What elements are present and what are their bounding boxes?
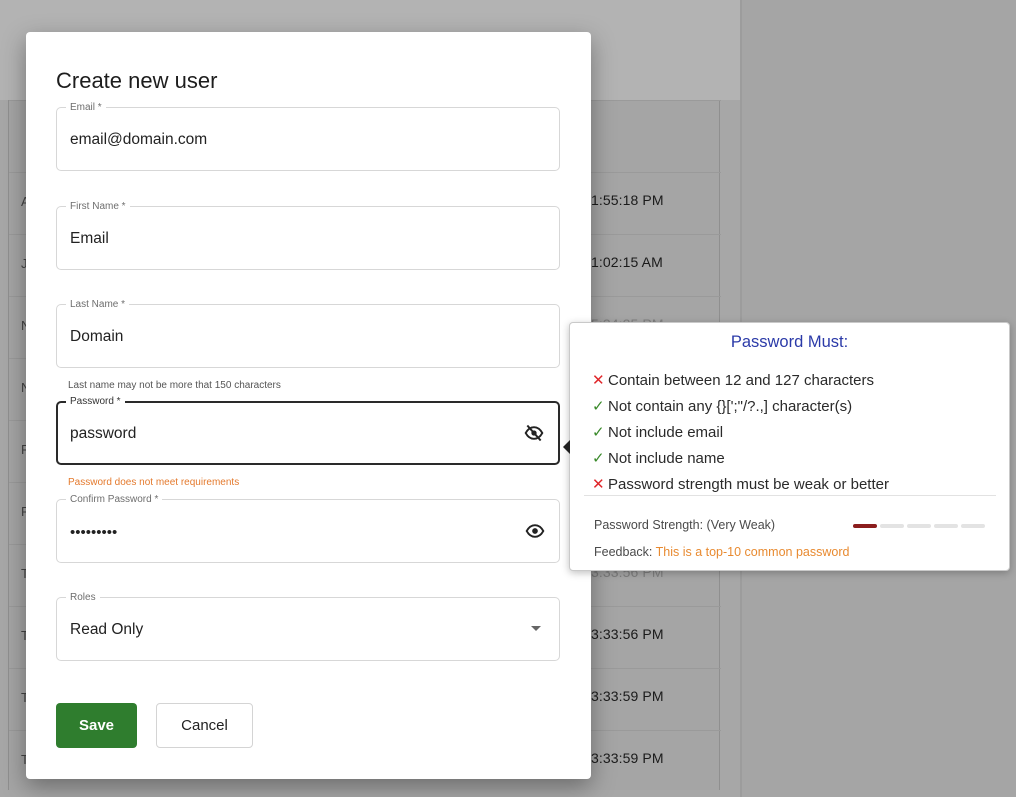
row-timestamp: 3:33:56 PM bbox=[591, 626, 664, 642]
email-label: Email * bbox=[66, 102, 106, 113]
last-name-value[interactable]: Domain bbox=[70, 328, 123, 346]
strength-segment bbox=[880, 524, 904, 528]
feedback-label: Feedback: bbox=[594, 545, 653, 559]
requirement-item: ✓ Not include name bbox=[592, 445, 889, 471]
popover-title: Password Must: bbox=[730, 333, 849, 351]
create-user-dialog: Create new user Email * email@domain.com… bbox=[26, 32, 591, 779]
password-field[interactable]: Password * password bbox=[56, 396, 560, 465]
popover-arrow bbox=[563, 440, 570, 454]
confirm-password-field[interactable]: Confirm Password * ••••••••• bbox=[56, 494, 560, 563]
requirement-text: Contain between 12 and 127 characters bbox=[608, 371, 875, 389]
requirement-item: ✕ Password strength must be weak or bett… bbox=[592, 471, 889, 497]
requirement-text: Not include name bbox=[608, 449, 725, 467]
eye-icon[interactable] bbox=[525, 521, 545, 541]
eye-off-icon-glyph bbox=[524, 424, 544, 442]
caret-down-icon[interactable] bbox=[531, 626, 541, 631]
requirement-item: ✓ Not contain any {}[';"/?.,] character(… bbox=[592, 393, 889, 419]
roles-select[interactable]: Roles Read Only bbox=[56, 592, 560, 661]
confirm-password-value[interactable]: ••••••••• bbox=[70, 524, 117, 541]
email-field[interactable]: Email * email@domain.com bbox=[56, 102, 560, 171]
feedback-row: Feedback: This is a top-10 common passwo… bbox=[594, 545, 849, 559]
cross-icon: ✕ bbox=[592, 372, 605, 389]
feedback-text: This is a top-10 common password bbox=[655, 545, 850, 559]
email-value[interactable]: email@domain.com bbox=[70, 131, 207, 149]
last-name-helper-text: Last name may not be more that 150 chara… bbox=[68, 380, 281, 391]
check-icon: ✓ bbox=[592, 424, 605, 441]
requirement-item: ✕ Contain between 12 and 127 characters bbox=[592, 367, 889, 393]
requirement-text: Not include email bbox=[608, 423, 724, 441]
requirement-item: ✓ Not include email bbox=[592, 419, 889, 445]
confirm-password-label: Confirm Password * bbox=[66, 494, 163, 505]
dialog-title: Create new user bbox=[56, 68, 218, 93]
password-error-text: Password does not meet requirements bbox=[68, 477, 240, 488]
row-timestamp: 3:33:59 PM bbox=[591, 688, 664, 704]
cancel-button[interactable]: Cancel bbox=[156, 703, 253, 748]
strength-segment bbox=[907, 524, 931, 528]
row-timestamp: 3:33:59 PM bbox=[591, 750, 664, 766]
strength-segment bbox=[934, 524, 958, 528]
password-strength-label: Password Strength: (Very Weak) bbox=[594, 518, 776, 532]
first-name-value[interactable]: Email bbox=[70, 230, 109, 248]
requirements-list: ✕ Contain between 12 and 127 characters … bbox=[592, 367, 889, 497]
requirement-text: Password strength must be weak or better bbox=[608, 475, 889, 493]
check-icon: ✓ bbox=[592, 450, 605, 467]
strength-segment bbox=[853, 524, 877, 528]
roles-label: Roles bbox=[66, 592, 100, 603]
last-name-field[interactable]: Last Name * Domain bbox=[56, 299, 560, 368]
last-name-label: Last Name * bbox=[66, 299, 130, 310]
eye-icon-glyph bbox=[525, 524, 545, 538]
popover-divider bbox=[584, 495, 996, 496]
eye-off-icon[interactable] bbox=[524, 423, 544, 443]
password-value[interactable]: password bbox=[70, 425, 136, 443]
roles-value: Read Only bbox=[70, 621, 144, 638]
requirement-text: Not contain any {}[';"/?.,] character(s) bbox=[608, 397, 853, 415]
check-icon: ✓ bbox=[592, 398, 605, 415]
password-strength-meter bbox=[853, 524, 985, 528]
cross-icon: ✕ bbox=[592, 476, 605, 493]
save-button[interactable]: Save bbox=[56, 703, 137, 748]
row-timestamp: 1:02:15 AM bbox=[591, 254, 663, 270]
strength-segment bbox=[961, 524, 985, 528]
first-name-label: First Name * bbox=[66, 201, 130, 212]
password-requirements-popover: Password Must: ✕ Contain between 12 and … bbox=[563, 322, 1010, 571]
password-label: Password * bbox=[66, 396, 125, 407]
row-timestamp: 1:55:18 PM bbox=[591, 192, 664, 208]
first-name-field[interactable]: First Name * Email bbox=[56, 201, 560, 270]
